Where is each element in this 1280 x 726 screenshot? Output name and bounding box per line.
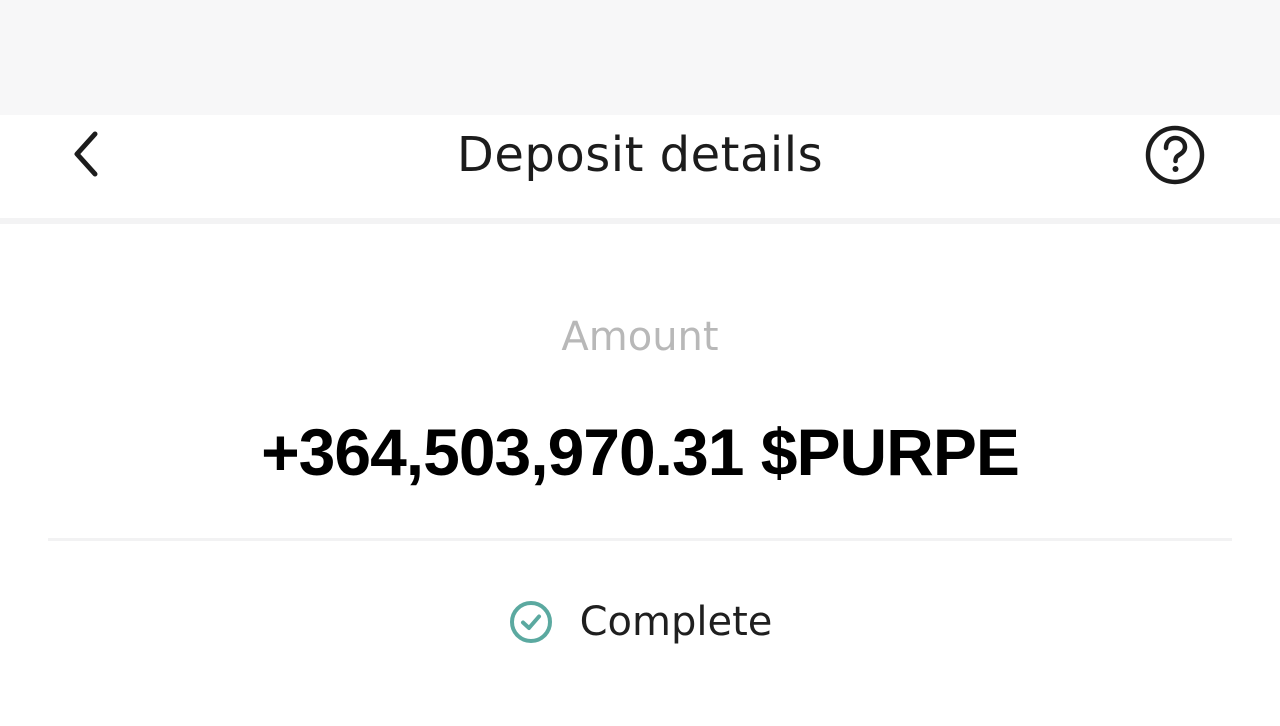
check-circle-icon [508, 599, 554, 645]
deposit-details-screen: Deposit details Amount +364,503,970.31 $… [0, 0, 1280, 726]
amount-value: +364,503,970.31 $PURPE [261, 415, 1020, 489]
status-text: Complete [579, 599, 773, 645]
status-bar-area [0, 0, 1280, 115]
page-title: Deposit details [456, 127, 824, 183]
content-divider [48, 538, 1232, 541]
header-divider [0, 218, 1280, 224]
help-button[interactable] [1144, 124, 1206, 190]
question-circle-icon [1144, 124, 1206, 190]
back-button[interactable] [60, 130, 112, 182]
amount-label: Amount [561, 314, 719, 360]
status-row: Complete [440, 592, 840, 652]
chevron-left-icon [69, 128, 103, 184]
